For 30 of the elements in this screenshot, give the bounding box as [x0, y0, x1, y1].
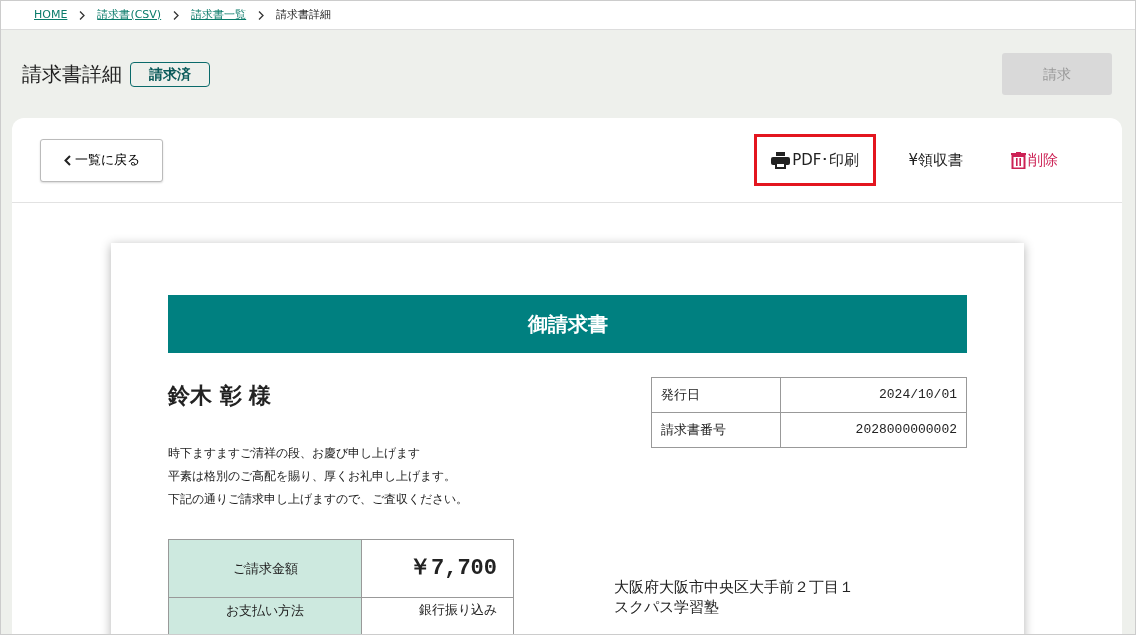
recipient-name: 鈴木 彰 様	[168, 382, 273, 410]
table-cell: 請求書番号	[651, 412, 781, 448]
page-title: 請求書詳細	[22, 62, 122, 86]
table-cell: 発行日	[651, 377, 781, 413]
table-cell: 2028000000002	[780, 412, 967, 448]
table-cell: お支払い方法	[168, 597, 362, 634]
chevron-right-icon	[173, 10, 180, 20]
print-button[interactable]: PDF･印刷	[754, 133, 877, 187]
address-line: 大阪府大阪市中央区大手前２丁目１	[614, 577, 854, 597]
back-button[interactable]: 一覧に戻る	[40, 138, 163, 182]
table-cell: ご請求金額	[168, 539, 362, 598]
chevron-right-icon	[258, 10, 265, 20]
printer-icon	[771, 151, 791, 169]
trash-icon	[1011, 151, 1026, 169]
status-badge: 請求済	[130, 61, 210, 87]
chevron-right-icon	[79, 10, 86, 20]
breadcrumb-link[interactable]: HOME	[34, 6, 68, 24]
greeting-line: 時下ますますご清祥の段、お慶び申し上げます	[168, 445, 421, 462]
receipt-button[interactable]: ¥領収書	[892, 134, 979, 186]
breadcrumb-current: 請求書詳細	[276, 6, 332, 23]
table-cell: 2024/10/01	[780, 377, 967, 413]
greeting-line: 下記の通りご請求申し上げますので、ご査収ください。	[168, 491, 468, 508]
delete-button[interactable]: 削除	[995, 134, 1074, 186]
invoice-heading: 御請求書	[527, 311, 608, 338]
chevron-left-icon	[63, 154, 71, 166]
address-line: スクパス学習塾	[614, 597, 720, 617]
greeting-line: 平素は格別のご高配を賜り、厚くお礼申し上げます。	[168, 468, 457, 485]
breadcrumb-link[interactable]: 請求書一覧	[191, 6, 247, 24]
breadcrumb-link[interactable]: 請求書(CSV)	[97, 6, 162, 24]
table-cell: ￥7,700	[361, 539, 514, 598]
